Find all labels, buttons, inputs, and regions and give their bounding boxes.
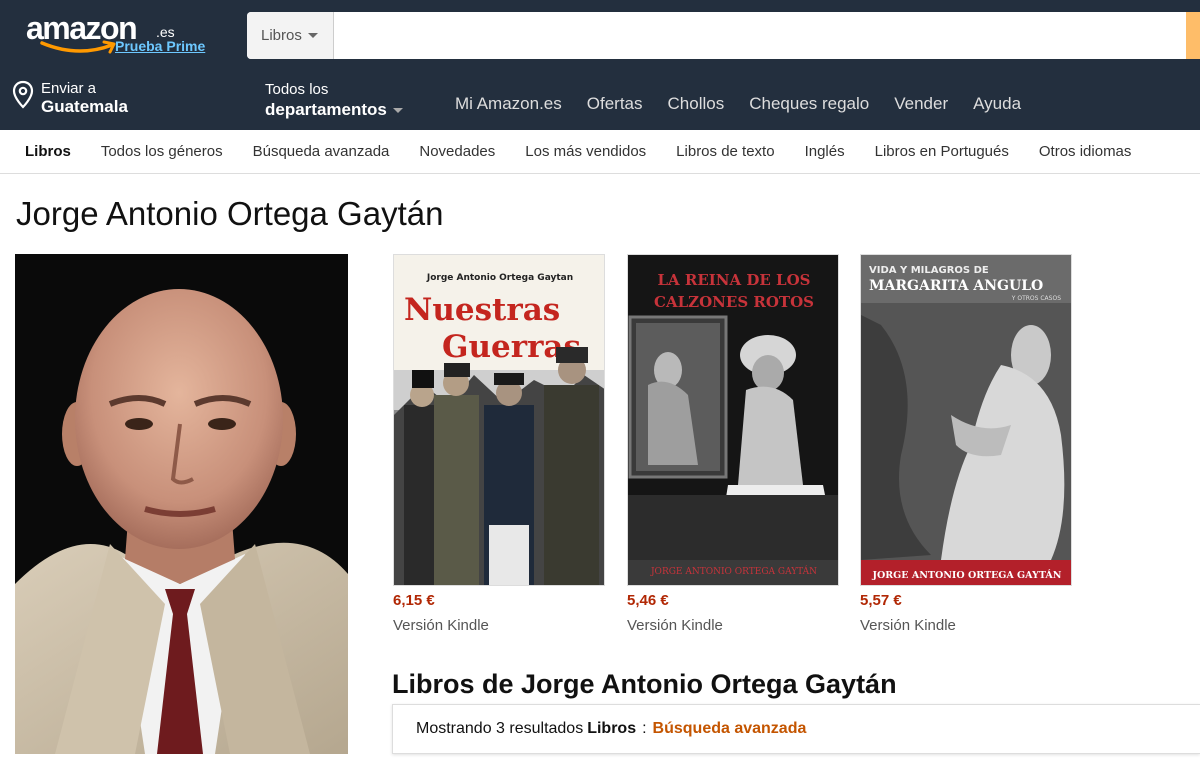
book-cover-image: VIDA Y MILAGROS DE MARGARITA ANGULO Y OT… — [861, 255, 1071, 585]
author-portrait-image — [15, 254, 348, 754]
subnav-item-mas-vendidos[interactable]: Los más vendidos — [525, 143, 646, 160]
book-card[interactable]: Jorge Antonio Ortega Gaytan Nuestras Gue… — [393, 254, 605, 634]
subnav-item-libros-texto[interactable]: Libros de texto — [676, 143, 774, 160]
location-pin-icon — [12, 80, 34, 109]
advanced-search-link[interactable]: Búsqueda avanzada — [653, 720, 807, 738]
deliver-to-location[interactable]: Enviar a Guatemala — [11, 80, 128, 116]
subnav-item-libros[interactable]: Libros — [25, 143, 71, 160]
subnav-item-ingles[interactable]: Inglés — [805, 143, 845, 160]
nav-link-mi-amazon[interactable]: Mi Amazon.es — [455, 94, 562, 114]
author-name-heading: Jorge Antonio Ortega Gaytán — [16, 195, 444, 232]
book-cover[interactable]: VIDA Y MILAGROS DE MARGARITA ANGULO Y OT… — [860, 254, 1072, 586]
results-separator: : — [642, 720, 647, 737]
cover-title-line2: CALZONES ROTOS — [654, 293, 814, 311]
cover-title-line1: VIDA Y MILAGROS DE — [869, 265, 989, 276]
book-cover[interactable]: LA REINA DE LOS CALZONES ROTOS JORGE ANT… — [627, 254, 839, 586]
book-cover-image: Jorge Antonio Ortega Gaytan Nuestras Gue… — [394, 255, 604, 585]
book-format-link[interactable]: Versión Kindle — [860, 617, 1072, 634]
subnav-item-otros-idiomas[interactable]: Otros idiomas — [1039, 143, 1132, 160]
book-card[interactable]: VIDA Y MILAGROS DE MARGARITA ANGULO Y OT… — [860, 254, 1072, 634]
nav-links: Mi Amazon.es Ofertas Chollos Cheques reg… — [455, 94, 1046, 114]
amazon-logo[interactable]: amazon .es Prueba Prime — [26, 10, 226, 58]
book-price: 5,46 € — [627, 592, 669, 609]
book-cover-image: LA REINA DE LOS CALZONES ROTOS JORGE ANT… — [628, 255, 838, 585]
search-category-dropdown[interactable]: Libros — [247, 12, 334, 59]
cover-title-line3: Y OTROS CASOS — [1011, 295, 1061, 302]
cover-author-text: JORGE ANTONIO ORTEGA GAYTÁN — [650, 565, 817, 577]
nav-link-cheques-regalo[interactable]: Cheques regalo — [749, 94, 869, 114]
results-category: Libros — [587, 720, 637, 737]
cover-title-line2: MARGARITA ANGULO — [869, 278, 1043, 294]
prime-trial-link[interactable]: Prueba Prime — [115, 38, 205, 54]
smile-arrow-icon — [40, 40, 116, 54]
subnav-item-busqueda-avanzada[interactable]: Búsqueda avanzada — [253, 143, 390, 160]
book-format-link[interactable]: Versión Kindle — [393, 617, 605, 634]
nav-link-ofertas[interactable]: Ofertas — [587, 94, 643, 114]
main-nav: Enviar a Guatemala Todos los departament… — [0, 74, 1200, 130]
results-count: Mostrando 3 resultados — [416, 720, 584, 737]
nav-link-chollos[interactable]: Chollos — [668, 94, 725, 114]
deliver-label: Enviar a — [41, 80, 97, 97]
book-cover[interactable]: Jorge Antonio Ortega Gaytan Nuestras Gue… — [393, 254, 605, 586]
cover-author-text: Jorge Antonio Ortega Gaytan — [426, 273, 573, 283]
top-header: amazon .es Prueba Prime Libros — [0, 0, 1200, 74]
subnav-item-novedades[interactable]: Novedades — [419, 143, 495, 160]
nav-link-vender[interactable]: Vender — [894, 94, 948, 114]
cover-title-line1: LA REINA DE LOS — [657, 271, 810, 289]
caret-down-icon — [392, 107, 403, 113]
book-card[interactable]: LA REINA DE LOS CALZONES ROTOS JORGE ANT… — [627, 254, 839, 634]
caret-down-icon — [307, 33, 318, 38]
books-subnav: Libros Todos los géneros Búsqueda avanza… — [0, 130, 1200, 174]
books-section-heading: Libros de Jorge Antonio Ortega Gaytán — [392, 669, 897, 699]
book-price: 5,57 € — [860, 592, 902, 609]
author-photo — [15, 254, 348, 754]
subnav-item-portugues[interactable]: Libros en Portugués — [875, 143, 1009, 160]
nav-link-ayuda[interactable]: Ayuda — [973, 94, 1021, 114]
all-departments-menu[interactable]: Todos los departamentos — [265, 80, 403, 120]
search-input[interactable] — [334, 12, 1186, 59]
search-bar: Libros — [247, 12, 1200, 59]
results-bar: Mostrando 3 resultados Libros : Búsqueda… — [392, 704, 1200, 754]
search-category-label: Libros — [261, 27, 302, 44]
search-submit-button[interactable] — [1186, 12, 1200, 59]
deliver-country: Guatemala — [41, 97, 128, 116]
subnav-item-generos[interactable]: Todos los géneros — [101, 143, 223, 160]
book-format-link[interactable]: Versión Kindle — [627, 617, 839, 634]
departments-label-text: departamentos — [265, 100, 387, 119]
departments-label-line2: departamentos — [265, 100, 403, 120]
book-price: 6,15 € — [393, 592, 435, 609]
cover-title-line1: Nuestras — [404, 292, 560, 328]
departments-label-line1: Todos los — [265, 81, 329, 98]
cover-author-text: JORGE ANTONIO ORTEGA GAYTÁN — [872, 569, 1062, 581]
